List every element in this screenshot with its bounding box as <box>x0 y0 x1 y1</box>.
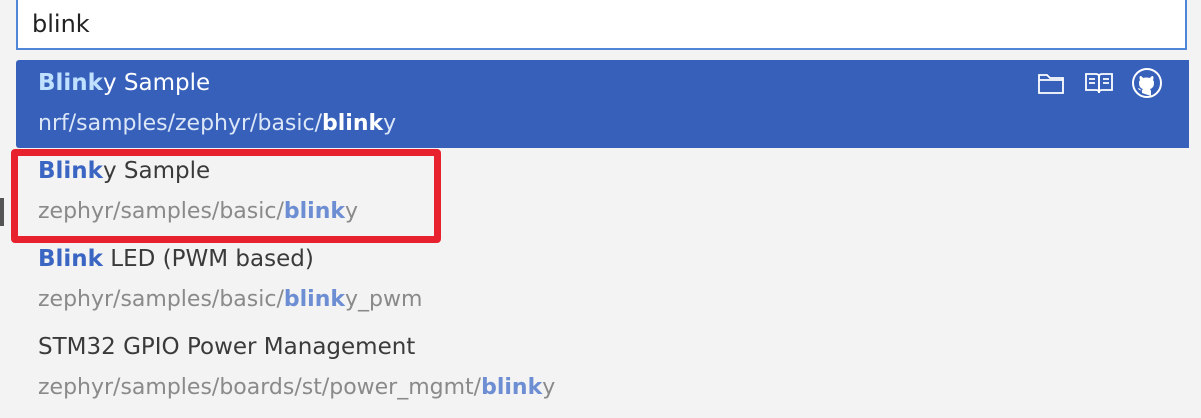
list-item[interactable]: STM32 GPIO Power Management zephyr/sampl… <box>16 324 1192 412</box>
path-prefix: zephyr/samples/boards/st/power_mgmt/ <box>38 375 482 400</box>
item-title: Blinky Sample <box>38 70 210 96</box>
path-suffix: y <box>542 375 556 400</box>
folder-icon[interactable] <box>1036 68 1066 98</box>
path-match: blink <box>283 287 345 312</box>
item-path: zephyr/samples/basic/blinky <box>38 199 358 224</box>
title-match: Blink <box>38 158 103 184</box>
path-suffix: y <box>344 199 359 224</box>
list-item[interactable]: Blinky Sample zephyr/samples/basic/blink… <box>16 148 1192 236</box>
path-suffix: y_pwm <box>344 287 423 312</box>
item-path: nrf/samples/zephyr/basic/blinky <box>38 111 396 136</box>
list-item[interactable]: Blink LED (PWM based) zephyr/samples/bas… <box>16 236 1192 324</box>
title-rest: y Sample <box>102 158 211 184</box>
results-list: Blinky Sample nrf/samples/zephyr/basic/b… <box>16 60 1192 412</box>
item-title: STM32 GPIO Power Management <box>38 334 415 360</box>
path-suffix: y <box>383 111 397 136</box>
left-edge-marker <box>0 198 4 226</box>
right-background <box>1189 0 1201 418</box>
search-input[interactable]: blink <box>16 0 1187 50</box>
book-icon[interactable] <box>1084 68 1114 98</box>
list-item[interactable]: Blinky Sample nrf/samples/zephyr/basic/b… <box>16 60 1192 148</box>
path-match: blink <box>322 111 384 136</box>
title-match: Blink <box>38 246 103 272</box>
item-actions <box>1036 68 1162 98</box>
path-prefix: nrf/samples/zephyr/basic/ <box>38 111 323 136</box>
path-prefix: zephyr/samples/basic/ <box>38 287 284 312</box>
path-match: blink <box>481 375 543 400</box>
title-rest: LED (PWM based) <box>102 246 314 272</box>
github-icon[interactable] <box>1132 68 1162 98</box>
item-title: Blinky Sample <box>38 158 210 184</box>
search-input-value: blink <box>32 10 90 38</box>
title-rest: y Sample <box>102 70 211 96</box>
item-title: Blink LED (PWM based) <box>38 246 314 272</box>
item-path: zephyr/samples/basic/blinky_pwm <box>38 287 422 312</box>
path-prefix: zephyr/samples/basic/ <box>38 199 284 224</box>
title-match: Blink <box>38 70 103 96</box>
path-match: blink <box>283 199 345 224</box>
quick-pick-dropdown: blink Blinky Sample nrf/samples/zephyr/b… <box>0 0 1201 418</box>
title-rest: STM32 GPIO Power Management <box>38 334 416 360</box>
item-path: zephyr/samples/boards/st/power_mgmt/blin… <box>38 375 555 400</box>
